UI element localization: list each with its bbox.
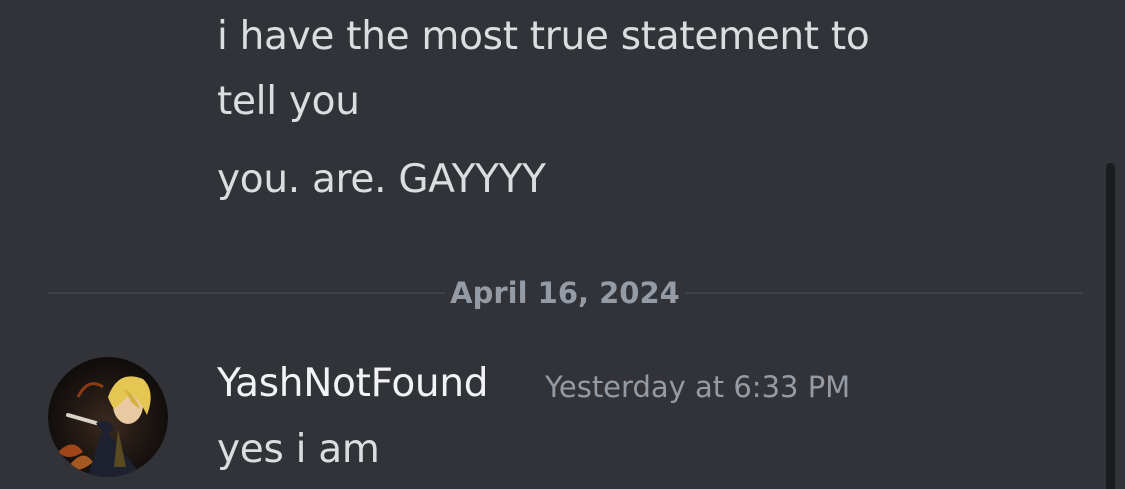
message-line: yes i am: [217, 427, 380, 472]
message-author[interactable]: YashNotFound: [217, 359, 489, 409]
date-divider-label: April 16, 2024: [445, 274, 685, 312]
message-line: you. are. GAYYYY: [217, 157, 546, 202]
message-line: i have the most true statement to: [217, 14, 870, 59]
scrollbar[interactable]: [1106, 163, 1115, 489]
message-line: tell you: [217, 79, 360, 124]
avatar[interactable]: [48, 357, 168, 477]
message-timestamp: Yesterday at 6:33 PM: [545, 370, 851, 404]
anime-character-avatar-icon: [48, 357, 168, 477]
